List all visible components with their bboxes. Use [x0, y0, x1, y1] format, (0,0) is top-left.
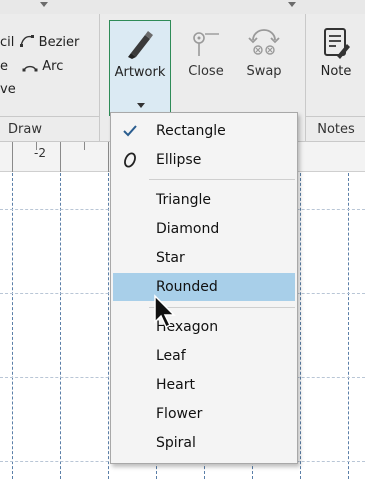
menu-separator [149, 179, 295, 180]
menu-item-rectangle[interactable]: Rectangle [113, 117, 295, 145]
close-button-label: Close [188, 64, 224, 79]
arc-tool-item[interactable]: e Arc [0, 58, 63, 74]
menu-item-label: Rounded [156, 279, 218, 295]
note-icon [324, 28, 350, 59]
menu-item-label: Flower [156, 406, 203, 422]
menu-item-label: Heart [156, 377, 195, 393]
notes-group-label: Notes [306, 116, 365, 142]
menu-item-ellipse[interactable]: Ellipse [113, 146, 295, 174]
bezier-icon [19, 35, 34, 47]
ruler-tick [60, 142, 61, 172]
bezier-tool-label: Bezier [38, 35, 80, 50]
grid-line [60, 173, 61, 479]
check-icon [123, 125, 137, 137]
chevron-down-icon [288, 2, 296, 7]
mouse-cursor-icon [154, 294, 176, 329]
ruler-tick [84, 142, 85, 150]
pencil-tool-item[interactable]: cil Bezier [0, 34, 79, 50]
swap-button[interactable]: Swap [236, 20, 292, 120]
artwork-button[interactable]: Artwork [109, 20, 171, 116]
artwork-dropdown-menu: Rectangle Ellipse Triangle Diamond Star … [110, 112, 298, 464]
ribbon-top-strip [0, 0, 365, 14]
pencil-tool-label: cil [0, 35, 15, 50]
ellipse-tool-label: e [0, 59, 8, 74]
menu-item-leaf[interactable]: Leaf [113, 342, 295, 370]
menu-item-flower[interactable]: Flower [113, 400, 295, 428]
note-button[interactable]: Note [306, 20, 365, 120]
swap-icon [248, 29, 280, 55]
menu-item-hexagon[interactable]: Hexagon [113, 313, 295, 341]
menu-item-label: Rectangle [156, 123, 226, 139]
notes-group: Note Notes [306, 14, 365, 142]
ellipse-icon [124, 152, 136, 168]
chevron-down-icon [40, 2, 48, 7]
ruler-label: -2 [34, 146, 46, 160]
close-path-icon [193, 32, 219, 56]
grid-line [12, 173, 13, 479]
menu-item-heart[interactable]: Heart [113, 371, 295, 399]
arc-tool-label: Arc [42, 59, 64, 74]
draw-group-label: Draw [0, 116, 99, 142]
menu-item-spiral[interactable]: Spiral [113, 429, 295, 457]
close-button[interactable]: Close [182, 20, 230, 120]
chevron-down-icon [137, 103, 145, 108]
curve-tool-item[interactable]: ve [0, 82, 16, 97]
grid-line [108, 173, 109, 479]
menu-item-label: Star [156, 250, 185, 266]
menu-item-label: Triangle [156, 192, 211, 208]
menu-item-star[interactable]: Star [113, 244, 295, 272]
menu-item-triangle[interactable]: Triangle [113, 186, 295, 214]
ruler-tick [12, 142, 13, 172]
menu-item-label: Spiral [156, 435, 196, 451]
menu-item-label: Leaf [156, 348, 186, 364]
arc-icon [22, 65, 38, 72]
swap-button-label: Swap [246, 64, 282, 79]
paintbrush-icon [128, 31, 153, 59]
grid-line [300, 173, 301, 479]
draw-group: cil Bezier e Arc ve Draw [0, 14, 100, 142]
menu-item-rounded[interactable]: Rounded [113, 273, 295, 301]
menu-item-label: Ellipse [156, 152, 202, 168]
menu-item-diamond[interactable]: Diamond [113, 215, 295, 243]
artwork-button-label: Artwork [114, 65, 166, 80]
menu-item-label: Diamond [156, 221, 220, 237]
grid-line [348, 173, 349, 479]
note-button-label: Note [320, 64, 352, 79]
ruler-tick [108, 142, 109, 172]
curve-tool-label: ve [0, 82, 16, 97]
